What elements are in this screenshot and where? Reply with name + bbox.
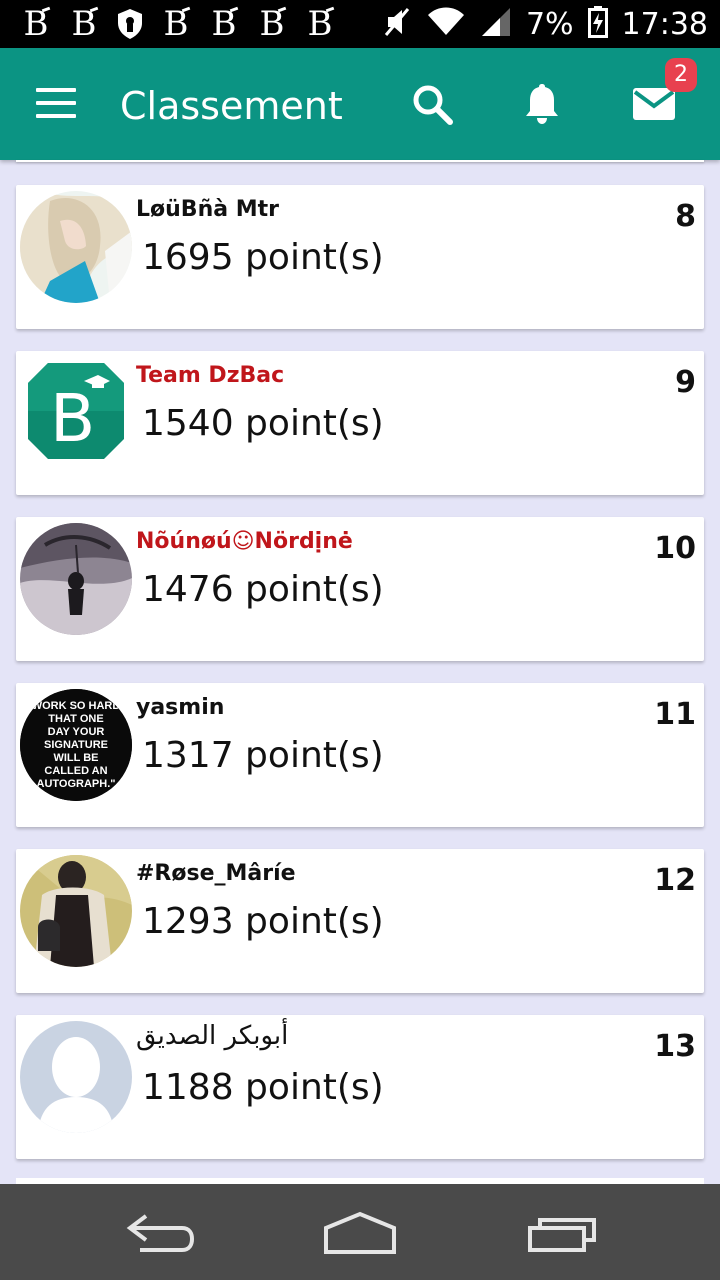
user-rank: 8 xyxy=(675,199,696,234)
user-points: 1293 point(s) xyxy=(142,901,384,942)
user-rank: 13 xyxy=(654,1029,696,1064)
notifications-bell-icon[interactable] xyxy=(518,80,566,128)
leaderboard-card[interactable]: WORK SO HARD THAT ONE DAY YOUR SIGNATURE… xyxy=(16,683,704,827)
dzbac-logo-icon: B xyxy=(26,361,126,461)
battery-percent: 7% xyxy=(525,6,574,42)
signal-icon xyxy=(480,6,512,43)
menu-icon[interactable] xyxy=(36,88,76,120)
back-button[interactable] xyxy=(120,1208,200,1256)
quote-line: SIGNATURE xyxy=(44,739,108,751)
user-points: 1317 point(s) xyxy=(142,735,384,776)
user-avatar: WORK SO HARD THAT ONE DAY YOUR SIGNATURE… xyxy=(20,689,132,801)
user-name: Nõúnøú☺Nördịnė xyxy=(136,529,353,554)
mail-unread-badge: 2 xyxy=(665,58,697,92)
user-rank: 11 xyxy=(654,697,696,732)
b-app-icon: B xyxy=(158,6,194,42)
battery-charging-icon xyxy=(587,5,608,43)
user-rank: 10 xyxy=(654,531,696,566)
page-title: Classement xyxy=(120,84,343,128)
user-name: أبوبكر الصديق xyxy=(136,1021,289,1051)
leaderboard-card[interactable]: B Team DzBac 1540 point(s) 9 xyxy=(16,351,704,495)
user-name: LøüBñà Mtr xyxy=(136,197,279,222)
quote-line: CALLED AN xyxy=(44,765,107,777)
leaderboard-card[interactable]: LøüBñà Mtr 1695 point(s) 8 xyxy=(16,185,704,329)
status-bar: B B B B B B 7% 17:38 xyxy=(0,0,720,48)
mute-icon xyxy=(382,5,412,44)
user-avatar xyxy=(20,191,132,303)
user-rank: 9 xyxy=(675,365,696,400)
app-bar: Classement xyxy=(0,48,720,160)
user-avatar xyxy=(20,855,132,967)
system-navigation-bar xyxy=(0,1184,720,1280)
quote-line: DAY YOUR xyxy=(48,726,105,738)
notification-icons: B B B B B B xyxy=(18,6,338,42)
b-app-icon: B xyxy=(254,6,290,42)
user-name: #Røse_Mâríe xyxy=(136,861,296,886)
recents-button[interactable] xyxy=(522,1208,602,1256)
user-rank: 12 xyxy=(654,863,696,898)
home-button[interactable] xyxy=(320,1208,400,1256)
user-name: yasmin xyxy=(136,695,225,720)
search-icon[interactable] xyxy=(408,80,456,128)
quote-line: WORK SO HARD xyxy=(32,700,121,712)
user-points: 1476 point(s) xyxy=(142,569,384,610)
previous-card-edge xyxy=(16,160,704,162)
svg-text:B: B xyxy=(50,380,95,457)
b-app-icon: B xyxy=(206,6,242,42)
leaderboard-card[interactable]: Nõúnøú☺Nördịnė 1476 point(s) 10 xyxy=(16,517,704,661)
b-app-icon: B xyxy=(302,6,338,42)
default-avatar-icon xyxy=(20,1021,132,1133)
user-name: Team DzBac xyxy=(136,363,285,388)
b-app-icon: B xyxy=(66,6,102,42)
user-avatar xyxy=(20,523,132,635)
user-points: 1695 point(s) xyxy=(142,237,384,278)
wifi-icon xyxy=(426,7,466,42)
leaderboard-card[interactable]: أبوبكر الصديق 1188 point(s) 13 xyxy=(16,1015,704,1159)
user-points: 1188 point(s) xyxy=(142,1067,384,1108)
quote-line: THAT ONE xyxy=(48,713,103,725)
shield-icon xyxy=(114,6,146,42)
quote-line: WILL BE xyxy=(53,752,98,764)
leaderboard-card[interactable]: #Røse_Mâríe 1293 point(s) 12 xyxy=(16,849,704,993)
quote-line: AUTOGRAPH." xyxy=(37,778,116,790)
b-app-icon: B xyxy=(18,6,54,42)
user-points: 1540 point(s) xyxy=(142,403,384,444)
clock: 17:38 xyxy=(621,6,708,42)
